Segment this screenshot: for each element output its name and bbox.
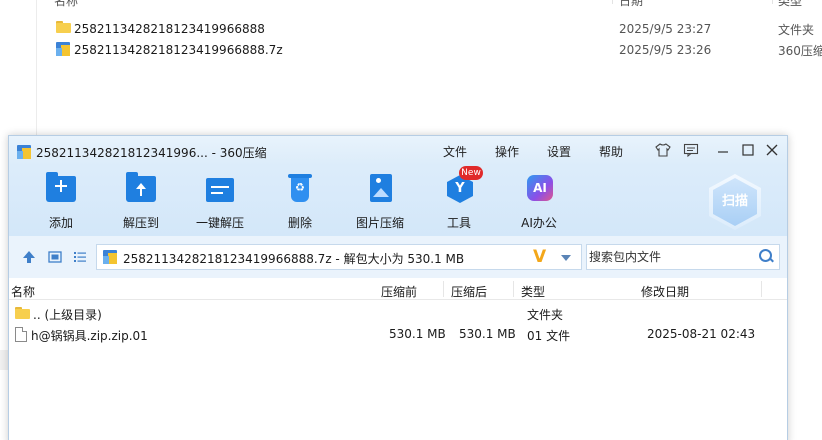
explorer-col-name[interactable]: 名称: [54, 0, 78, 9]
file-list-header: 名称 压缩前 压缩后 类型 修改日期: [9, 278, 787, 300]
file-explorer-background: 名称 日期 类型 2582113428218123419966888 2025/…: [0, 0, 822, 135]
explorer-row-folder[interactable]: 2582113428218123419966888 2025/9/5 23:27…: [54, 19, 822, 39]
address-text: 2582113428218123419966888.7z - 解包大小为 530…: [123, 252, 465, 266]
explorer-row-date: 2025/9/5 23:27: [619, 22, 712, 36]
menu-operation[interactable]: 操作: [495, 143, 519, 160]
explorer-row-name: 2582113428218123419966888.7z: [74, 43, 283, 57]
vip-icon[interactable]: V: [533, 247, 546, 267]
explorer-row-name: 2582113428218123419966888: [74, 22, 265, 36]
search-input[interactable]: [589, 248, 754, 266]
col-size-before[interactable]: 压缩前: [381, 283, 417, 300]
archive-icon: [103, 250, 117, 264]
ai-office-button[interactable]: AI AI办公: [507, 174, 571, 234]
scan-label: 扫描: [713, 178, 757, 226]
col-modified-date[interactable]: 修改日期: [641, 283, 689, 300]
skin-icon[interactable]: [654, 142, 672, 160]
explorer-col-sep: [612, 0, 613, 4]
360-compress-window: 2582113428218123419​96... - 360压缩 文件 操作 …: [8, 135, 788, 440]
app-archive-icon: [17, 145, 31, 159]
tools-button[interactable]: New 工具: [427, 166, 491, 234]
col-name[interactable]: 名称: [11, 283, 35, 300]
tools-icon: New: [442, 166, 483, 204]
chevron-down-icon[interactable]: [561, 255, 571, 261]
explorer-row-type: 360压缩: [778, 43, 822, 58]
col-separator: [513, 281, 514, 297]
thumbnail-view-icon[interactable]: [47, 250, 63, 264]
image-compress-button[interactable]: 图片压缩: [348, 174, 412, 234]
extract-to-label: 解压到: [122, 216, 159, 230]
ai-office-icon: AI: [522, 174, 556, 204]
background-strip: [0, 350, 8, 370]
address-field[interactable]: 2582113428218123419966888.7z - 解包大小为 530…: [96, 244, 582, 270]
title-bar[interactable]: 2582113428218123419​96... - 360压缩 文件 操作 …: [9, 136, 787, 166]
col-size-after[interactable]: 压缩后: [451, 283, 487, 300]
toolbar: 添加 解压到 一键解压 删除 图片压缩 New: [9, 166, 787, 236]
col-separator: [761, 281, 762, 297]
add-label: 添加: [48, 216, 73, 230]
explorer-column-header: 名称 日期 类型: [54, 0, 822, 10]
up-arrow-icon[interactable]: [21, 250, 37, 264]
archive-file-list: 名称 压缩前 压缩后 类型 修改日期 .. (上级目录) 文件夹 h@锅锅具.z…: [9, 278, 787, 440]
file-type: 01 文件: [527, 329, 571, 343]
explorer-col-date[interactable]: 日期: [619, 0, 643, 9]
folder-icon: [15, 307, 30, 319]
col-type[interactable]: 类型: [521, 283, 545, 300]
extract-to-icon: [124, 172, 158, 204]
menu-settings[interactable]: 设置: [547, 143, 571, 160]
one-click-extract-label: 一键解压: [195, 216, 244, 230]
feedback-icon[interactable]: [682, 142, 700, 160]
list-view-icon[interactable]: [72, 250, 88, 264]
minimize-icon[interactable]: [714, 142, 732, 160]
one-click-extract-icon: [203, 174, 237, 204]
file-name: h@锅锅具.zip.zip.01: [31, 329, 148, 343]
explorer-row-archive[interactable]: 2582113428218123419966888.7z 2025/9/5 23…: [54, 40, 822, 60]
one-click-extract-button[interactable]: 一键解压: [188, 174, 252, 234]
delete-button[interactable]: 删除: [268, 174, 332, 234]
explorer-row-type: 文件夹: [778, 22, 815, 37]
delete-label: 删除: [287, 216, 312, 230]
address-bar: 2582113428218123419966888.7z - 解包大小为 530…: [9, 236, 787, 278]
file-size-before: 530.1 MB: [389, 327, 446, 341]
new-badge: New: [459, 166, 483, 180]
close-icon[interactable]: [763, 142, 781, 160]
search-box: [586, 244, 780, 270]
folder-icon: [56, 21, 71, 35]
add-button[interactable]: 添加: [29, 172, 93, 234]
explorer-divider: [36, 0, 37, 135]
file-row-parent[interactable]: .. (上级目录) 文件夹: [9, 303, 787, 324]
add-icon: [44, 172, 78, 204]
window-title: 2582113428218123419​96... - 360压缩: [36, 146, 267, 160]
menu-file[interactable]: 文件: [443, 143, 467, 160]
image-compress-icon: [363, 174, 397, 204]
explorer-col-type[interactable]: 类型: [778, 0, 802, 9]
file-size-after: 530.1 MB: [459, 327, 516, 341]
archive-icon: [56, 42, 71, 56]
explorer-row-date: 2025/9/5 23:26: [619, 43, 712, 57]
file-type: 文件夹: [527, 308, 564, 322]
file-row[interactable]: h@锅锅具.zip.zip.01 530.1 MB 530.1 MB 01 文件…: [9, 324, 787, 345]
maximize-icon[interactable]: [739, 142, 757, 160]
file-name: .. (上级目录): [33, 308, 102, 322]
image-compress-label: 图片压缩: [355, 216, 404, 230]
explorer-col-sep: [772, 0, 773, 4]
extract-to-button[interactable]: 解压到: [109, 172, 173, 234]
search-icon[interactable]: [759, 249, 773, 263]
screen: 名称 日期 类型 2582113428218123419966888 2025/…: [0, 0, 822, 440]
col-separator: [443, 281, 444, 297]
ai-office-label: AI办公: [521, 216, 557, 230]
file-icon: [15, 327, 27, 342]
delete-icon: [283, 174, 317, 204]
tools-label: 工具: [446, 216, 471, 230]
file-modified-date: 2025-08-21 02:43: [647, 327, 756, 341]
menu-help[interactable]: 帮助: [599, 143, 623, 160]
